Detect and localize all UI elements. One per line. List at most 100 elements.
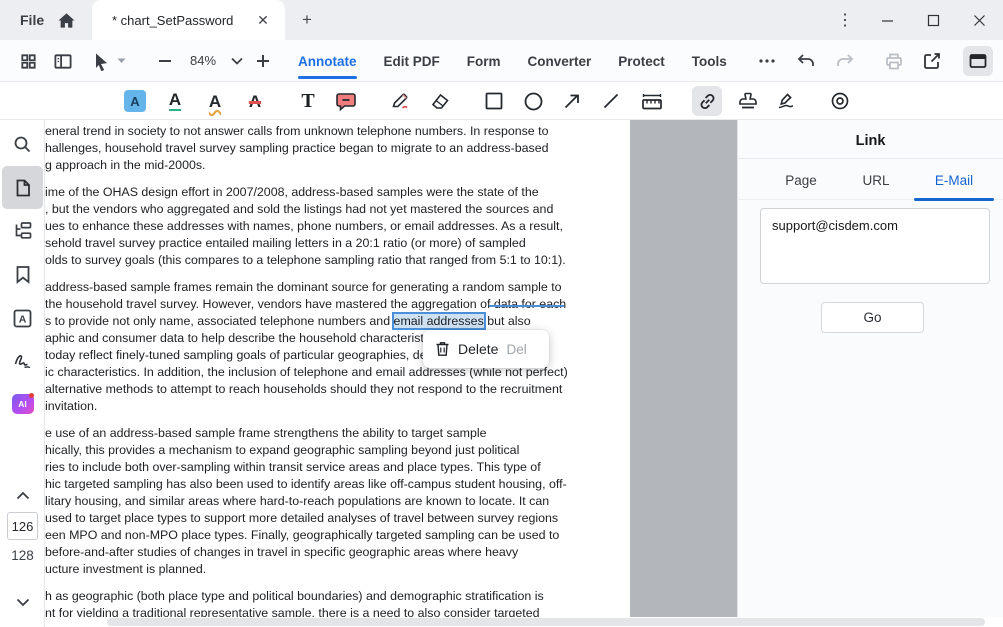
document-tab[interactable]: * chart_SetPassword ✕ bbox=[92, 0, 285, 40]
export-icon[interactable] bbox=[917, 46, 947, 76]
sidebar-thumbnails-button[interactable] bbox=[2, 166, 43, 209]
tab-protect[interactable]: Protect bbox=[618, 40, 665, 82]
cursor-dropdown-icon[interactable] bbox=[112, 46, 130, 76]
pdf-text-line: hallenges, household travel survey sampl… bbox=[45, 140, 630, 157]
strikethrough-tool[interactable]: A bbox=[240, 86, 270, 116]
context-menu: Delete Del bbox=[423, 330, 549, 368]
redo-icon[interactable] bbox=[830, 46, 860, 76]
pdf-text-line: ues to enhance these addresses with name… bbox=[45, 218, 630, 235]
stamp-tool[interactable] bbox=[733, 86, 763, 116]
menu-kebab-icon[interactable]: ⋮ bbox=[830, 6, 860, 34]
split-view-icon[interactable] bbox=[48, 46, 78, 76]
ai-badge-dot bbox=[29, 393, 34, 398]
link-tab-url[interactable]: URL bbox=[853, 173, 899, 188]
tab-close-icon[interactable]: ✕ bbox=[253, 10, 273, 30]
annotation-toolbar: A A A A T bbox=[0, 82, 1003, 120]
stamp-icon bbox=[738, 91, 758, 111]
pdf-text-line: ime of the OHAS design effort in 2007/20… bbox=[45, 184, 630, 201]
tab-tools[interactable]: Tools bbox=[692, 40, 727, 82]
document-viewport[interactable]: eneral trend in society to not answer ca… bbox=[45, 120, 737, 617]
home-button[interactable] bbox=[52, 7, 80, 33]
zoom-in-icon[interactable] bbox=[248, 46, 278, 76]
file-menu[interactable]: File bbox=[14, 10, 50, 30]
total-page-label: 128 bbox=[0, 548, 45, 563]
delete-shortcut-label: Del bbox=[506, 342, 526, 357]
page-down-button[interactable] bbox=[2, 582, 43, 622]
minimize-button[interactable] bbox=[872, 6, 902, 34]
measure-tool[interactable] bbox=[637, 86, 667, 116]
thumbnails-icon bbox=[14, 178, 32, 198]
highlight-tool[interactable]: A bbox=[120, 86, 150, 116]
pdf-text-line: ries to include both over-sampling withi… bbox=[45, 459, 630, 476]
ellipse-tool[interactable] bbox=[518, 86, 548, 116]
sidebar-ai-button[interactable]: AI bbox=[2, 384, 43, 424]
line-tool[interactable] bbox=[596, 86, 626, 116]
link-tab-email[interactable]: E-Mail bbox=[926, 173, 982, 188]
underline-tool[interactable]: A bbox=[160, 86, 190, 116]
link-panel: Link Page URL E-Mail support@cisdem.com … bbox=[737, 120, 1003, 627]
pdf-text-line: nt for yielding a traditional representa… bbox=[45, 605, 630, 617]
new-tab-button[interactable]: + bbox=[295, 8, 319, 32]
undo-icon[interactable] bbox=[791, 46, 821, 76]
main-toolbar: 84% Annotate Edit PDF Form Converter Pro… bbox=[0, 40, 1003, 82]
window-close-button[interactable] bbox=[964, 6, 994, 34]
maximize-button[interactable] bbox=[918, 6, 948, 34]
page-up-button[interactable] bbox=[2, 475, 43, 515]
tab-edit-pdf[interactable]: Edit PDF bbox=[384, 40, 440, 82]
pdf-text-line: eneral trend in society to not answer ca… bbox=[45, 123, 630, 140]
arrow-icon bbox=[563, 92, 581, 110]
pdf-text-line: g approach in the mid-2000s. bbox=[45, 157, 630, 174]
chevron-up-icon bbox=[16, 491, 30, 500]
underline-icon: A bbox=[169, 91, 181, 111]
go-button[interactable]: Go bbox=[821, 302, 924, 333]
link-tab-page[interactable]: Page bbox=[774, 173, 828, 188]
rectangle-icon bbox=[485, 92, 503, 110]
signature-tool[interactable] bbox=[772, 86, 802, 116]
panel-divider bbox=[738, 158, 1003, 159]
tab-converter[interactable]: Converter bbox=[528, 40, 592, 82]
zoom-out-icon[interactable] bbox=[150, 46, 180, 76]
more-icon[interactable] bbox=[752, 46, 782, 76]
text-tool[interactable]: T bbox=[293, 86, 323, 116]
sidebar-search-button[interactable] bbox=[2, 124, 43, 164]
pdf-text-line: invitation. bbox=[45, 398, 630, 415]
horizontal-scrollbar-track[interactable] bbox=[45, 617, 1003, 627]
pdf-text-line: sehold travel survey practice entailed m… bbox=[45, 235, 630, 252]
app-window: File * chart_SetPassword ✕ + ⋮ bbox=[0, 0, 1003, 627]
chevron-down-icon bbox=[16, 598, 30, 607]
zoom-level[interactable]: 84% bbox=[182, 53, 224, 68]
horizontal-scrollbar-thumb[interactable] bbox=[107, 618, 985, 626]
sidebar-signature-button[interactable] bbox=[2, 341, 43, 381]
current-page-input[interactable]: 126 bbox=[7, 512, 38, 540]
rectangle-tool[interactable] bbox=[479, 86, 509, 116]
pdf-text-line: , but the vendors who aggregated and sol… bbox=[45, 201, 630, 218]
grid-view-icon[interactable] bbox=[13, 46, 43, 76]
viewer-background bbox=[630, 120, 737, 617]
squiggly-tool[interactable]: A bbox=[200, 86, 230, 116]
ribbon-tabs: Annotate Edit PDF Form Converter Protect… bbox=[298, 40, 727, 82]
email-address-input[interactable]: support@cisdem.com bbox=[760, 208, 990, 284]
tab-form[interactable]: Form bbox=[467, 40, 501, 82]
annotations-icon: A bbox=[13, 309, 32, 328]
pdf-text-line: olds to survey goals (this compares to a… bbox=[45, 252, 630, 269]
measure-icon bbox=[641, 92, 663, 111]
sidebar-annotations-button[interactable]: A bbox=[2, 298, 43, 338]
sidebar-bookmark-button[interactable] bbox=[2, 254, 43, 294]
title-bar: File * chart_SetPassword ✕ + ⋮ bbox=[0, 0, 1003, 40]
tab-annotate[interactable]: Annotate bbox=[298, 40, 357, 82]
pencil-tool[interactable] bbox=[385, 86, 415, 116]
link-icon bbox=[697, 91, 718, 112]
view-tool[interactable] bbox=[825, 86, 855, 116]
panel-toggle-icon[interactable] bbox=[963, 46, 993, 76]
eraser-tool[interactable] bbox=[425, 86, 455, 116]
link-type-tabs: Page URL E-Mail bbox=[738, 166, 1003, 200]
selected-link-annotation[interactable]: email addresses bbox=[394, 314, 484, 328]
arrow-tool[interactable] bbox=[557, 86, 587, 116]
link-tool[interactable] bbox=[692, 86, 722, 116]
signature-panel-icon bbox=[12, 352, 33, 370]
delete-menu-item[interactable]: Delete bbox=[458, 341, 498, 357]
pdf-text-line: hically, this provides a mechanism to ex… bbox=[45, 442, 630, 459]
print-icon[interactable] bbox=[879, 46, 909, 76]
comment-tool[interactable] bbox=[331, 86, 361, 116]
sidebar-outline-button[interactable] bbox=[2, 211, 43, 251]
